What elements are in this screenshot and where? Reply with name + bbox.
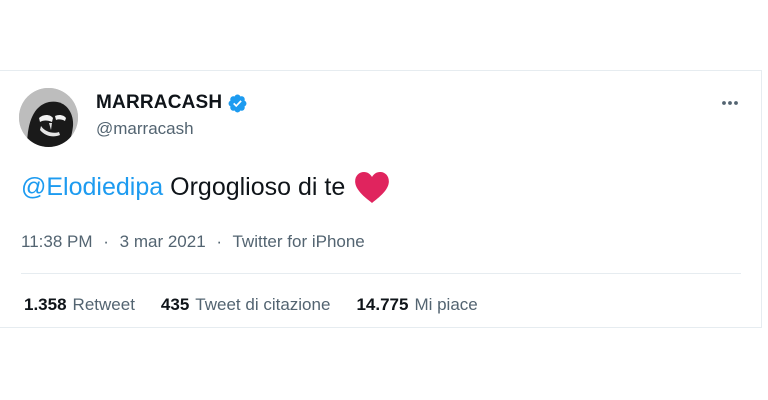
likes-label: Mi piace [414,295,478,314]
display-name[interactable]: MARRACASH [96,92,222,114]
quote-tweet-label: Tweet di citazione [195,295,331,314]
more-options-icon[interactable] [719,92,741,114]
mention-link[interactable]: @Elodiedipa [21,173,163,202]
tweet-card: MARRACASH @marracash @Elodiedipa Orgogli… [0,70,762,328]
tweet-source-link[interactable]: Twitter for iPhone [232,232,364,251]
meta-separator: · [103,232,109,251]
retweet-stat[interactable]: 1.358 Retweet [24,295,135,315]
tweet-stats: 1.358 Retweet 435 Tweet di citazione 14.77… [24,295,504,315]
quote-tweet-stat[interactable]: 435 Tweet di citazione [161,295,331,315]
tweet-meta: 11:38 PM · 3 mar 2021 · Twitter for iPho… [21,232,365,252]
divider [21,273,741,274]
likes-stat[interactable]: 14.775 Mi piace [356,295,477,315]
likes-count: 14.775 [356,295,409,314]
retweet-count: 1.358 [24,295,67,314]
author-handle[interactable]: @marracash [96,119,194,139]
meta-separator: · [216,232,223,251]
author-name-row: MARRACASH [96,92,248,114]
tweet-text: @Elodiedipa Orgoglioso di te [21,171,390,204]
quote-tweet-count: 435 [160,295,190,314]
tweet-date[interactable]: 3 mar 2021 [120,232,206,251]
tweet-time[interactable]: 11:38 PM [21,232,93,251]
retweet-label: Retweet [72,295,135,314]
user-avatar-icon [19,88,78,147]
tweet-body: Orgoglioso di te [170,173,346,201]
heart-icon [354,171,390,204]
verified-badge-icon [227,93,248,114]
avatar[interactable] [19,88,78,147]
